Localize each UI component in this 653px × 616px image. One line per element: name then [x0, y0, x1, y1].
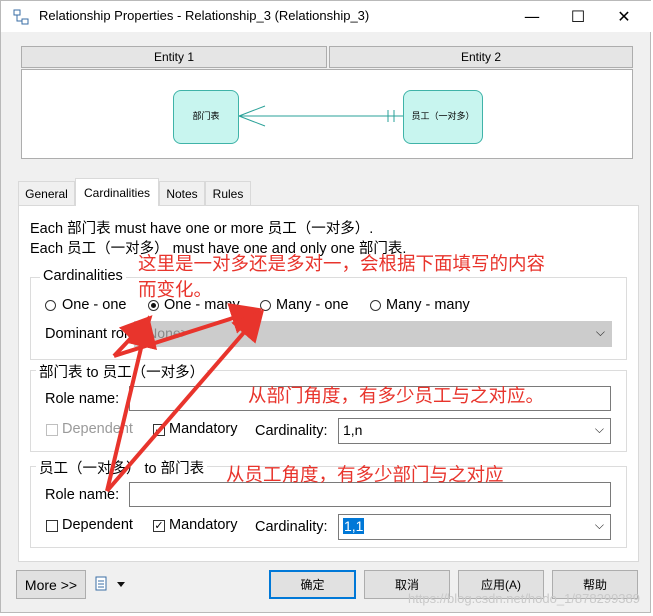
role1-mandatory-label[interactable]: Mandatory: [169, 421, 238, 437]
entity2-header: Entity 2: [329, 46, 633, 68]
cardinalities-group-title: Cardinalities: [40, 268, 126, 284]
role2-cardinality-label: Cardinality:: [255, 519, 328, 535]
close-icon: ✕: [617, 7, 631, 26]
role1-cardinality-value: 1,n: [343, 422, 363, 438]
entity1-header-label: Entity 1: [153, 50, 195, 64]
close-button[interactable]: ✕: [601, 1, 647, 32]
tab-notes[interactable]: Notes: [159, 181, 205, 205]
dominant-role-label: Dominant role:: [45, 326, 140, 342]
tab-general-label: General: [25, 186, 68, 201]
entity1-header: Entity 1: [21, 46, 327, 68]
dominant-role-select: <None> ⌵: [134, 321, 612, 347]
role2-mandatory-label[interactable]: Mandatory: [169, 517, 238, 533]
role1-group-title: 部门表 to 员工（一对多）: [36, 361, 208, 382]
relationship-diagram: 部门表 员工（一对多）: [21, 69, 633, 159]
chevron-down-icon: ⌵: [595, 325, 605, 339]
relationship-app-icon: [13, 9, 29, 25]
cardinalities-group: [30, 277, 627, 360]
maximize-button[interactable]: ☐: [555, 1, 601, 32]
role1-dependent-checkbox: [46, 424, 58, 436]
annotation-department-view: 从部门角度，有多少员工与之对应。: [248, 386, 545, 407]
tab-general[interactable]: General: [18, 181, 75, 205]
role1-role-name-label: Role name:: [45, 391, 120, 407]
annotation-cardinality-note-line-1: 这里是一对多还是多对一，会根据下面填写的内容: [138, 254, 546, 275]
minimize-button[interactable]: —: [509, 1, 555, 32]
chevron-down-icon: ⌵: [594, 518, 604, 532]
tab-cardinalities-label: Cardinalities: [83, 185, 151, 200]
role1-mandatory-checkbox[interactable]: ✓: [153, 424, 165, 436]
tab-rules-label: Rules: [212, 186, 244, 201]
more-button-label: More >>: [24, 576, 78, 593]
role1-cardinality-select[interactable]: 1,n ⌵: [338, 418, 611, 444]
role2-dependent-label[interactable]: Dependent: [62, 517, 133, 533]
watermark-text: https://blog.csdn.net/hodo_1/878299389: [407, 591, 640, 606]
chevron-down-icon: ⌵: [594, 422, 604, 436]
more-button[interactable]: More >>: [16, 570, 86, 599]
radio-one-one[interactable]: [45, 300, 56, 311]
role1-dependent-label: Dependent: [62, 421, 133, 437]
dialog-window: Relationship Properties - Relationship_3…: [0, 0, 652, 613]
tab-rules[interactable]: Rules: [205, 181, 251, 205]
entity1-box[interactable]: 部门表: [173, 90, 239, 144]
dominant-role-value: <None>: [139, 325, 189, 341]
radio-many-one-label[interactable]: Many - one: [276, 297, 349, 313]
radio-many-many-label[interactable]: Many - many: [386, 297, 470, 313]
tab-notes-label: Notes: [166, 186, 198, 201]
entity2-box[interactable]: 员工（一对多）: [403, 90, 483, 144]
checkmark-icon: ✓: [154, 519, 164, 532]
role2-role-name-label: Role name:: [45, 487, 120, 503]
tab-cardinalities[interactable]: Cardinalities: [75, 178, 159, 206]
radio-many-one[interactable]: [260, 300, 271, 311]
window-title: Relationship Properties - Relationship_3…: [39, 8, 370, 23]
relationship-line: [238, 105, 403, 127]
checkmark-icon: ✓: [154, 423, 164, 436]
title-bar[interactable]: Relationship Properties - Relationship_3…: [1, 1, 652, 32]
ok-button[interactable]: 确定: [269, 570, 356, 599]
ok-button-label: 确定: [300, 578, 325, 592]
sentence-line-1: Each 部门表 must have one or more 员工（一对多）.: [30, 221, 374, 237]
entity1-box-label: 部门表: [192, 111, 220, 122]
role2-cardinality-value: 1,1: [343, 518, 365, 534]
minimize-icon: —: [524, 7, 540, 26]
annotation-cardinality-note-line-2: 而变化。: [138, 280, 213, 301]
entity2-box-label: 员工（一对多）: [411, 111, 475, 122]
radio-many-many[interactable]: [370, 300, 381, 311]
role2-dependent-checkbox[interactable]: [46, 520, 58, 532]
entity2-header-label: Entity 2: [460, 50, 502, 64]
role2-cardinality-select[interactable]: 1,1 ⌵: [338, 514, 611, 540]
toolbar-menu-icon[interactable]: [95, 575, 129, 593]
annotation-employee-view: 从员工角度，有多少部门与之对应: [226, 465, 504, 486]
role2-mandatory-checkbox[interactable]: ✓: [153, 520, 165, 532]
radio-one-one-label[interactable]: One - one: [62, 297, 127, 313]
maximize-icon: ☐: [570, 7, 586, 26]
role1-cardinality-label: Cardinality:: [255, 423, 328, 439]
role2-group-title: 员工（一对多） to 部门表: [36, 457, 208, 478]
